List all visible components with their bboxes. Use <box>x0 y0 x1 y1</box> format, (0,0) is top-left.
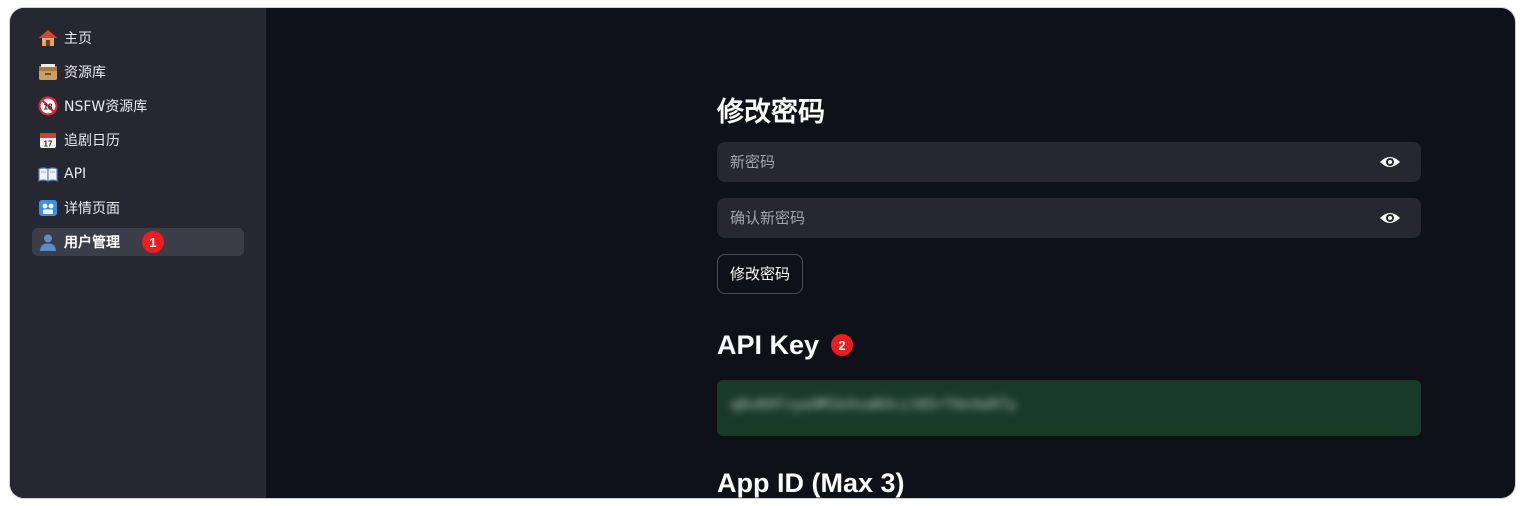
content-column: 修改密码 修改密码 API Key 2 q8vKHfzyw9M1kXsaN3cz… <box>717 86 1421 498</box>
api-key-heading: API Key 2 <box>717 322 1421 368</box>
sidebar-item-library[interactable]: 资源库 <box>32 58 244 86</box>
sidebar-item-label: API <box>64 166 87 182</box>
annotation-badge: 1 <box>142 231 164 253</box>
sidebar-item-label: 用户管理 <box>64 235 120 251</box>
sidebar-item-home[interactable]: 主页 <box>32 24 244 52</box>
calendar-icon: 17 <box>38 130 58 150</box>
sidebar-item-label: 主页 <box>64 31 92 47</box>
app-id-heading: App ID (Max 3) <box>717 460 1421 498</box>
api-key-value: q8vKHfzyw9M1kXsaN3czJA5rT6nXeR7y <box>731 397 1017 413</box>
house-icon <box>38 28 58 48</box>
new-password-field[interactable] <box>717 142 1421 182</box>
new-password-input[interactable] <box>717 142 1421 182</box>
sidebar-item-label: 详情页面 <box>64 201 120 217</box>
sidebar-item-label: 资源库 <box>64 65 106 81</box>
api-key-title: API Key <box>717 329 820 360</box>
confirm-password-input[interactable] <box>717 198 1421 238</box>
svg-text:17: 17 <box>44 140 53 149</box>
sidebar-nav: 主页 资源库 18 NSFW资源库 17 追剧日历 API 详情页面 用户管理 … <box>32 24 244 262</box>
annotation-badge: 2 <box>831 334 854 356</box>
change-password-button[interactable]: 修改密码 <box>717 254 804 294</box>
no-one-under-18-icon: 18 <box>38 96 58 116</box>
change-password-title: 修改密码 <box>717 96 825 127</box>
eye-icon[interactable] <box>1379 209 1401 227</box>
sidebar-item-details[interactable]: 详情页面 <box>32 194 244 222</box>
sidebar-item-user-management[interactable]: 用户管理 1 <box>32 228 244 256</box>
confirm-password-field[interactable] <box>717 198 1421 238</box>
sidebar-item-label: NSFW资源库 <box>64 99 148 115</box>
sidebar: 主页 资源库 18 NSFW资源库 17 追剧日历 API 详情页面 用户管理 … <box>10 8 266 498</box>
card-file-box-icon <box>38 62 58 82</box>
user-icon <box>38 232 58 252</box>
sidebar-item-api[interactable]: API <box>32 160 244 188</box>
api-key-display: q8vKHfzyw9M1kXsaN3czJA5rT6nXeR7y <box>717 380 1421 436</box>
open-book-icon <box>38 164 58 184</box>
svg-text:18: 18 <box>44 103 53 112</box>
app-window: 主页 资源库 18 NSFW资源库 17 追剧日历 API 详情页面 用户管理 … <box>10 8 1515 498</box>
sidebar-item-label: 追剧日历 <box>64 133 120 149</box>
film-frames-icon <box>38 198 58 218</box>
main-content: 修改密码 修改密码 API Key 2 q8vKHfzyw9M1kXsaN3cz… <box>266 8 1515 498</box>
eye-icon[interactable] <box>1379 153 1401 171</box>
app-id-title: App ID (Max 3) <box>717 467 905 498</box>
change-password-heading: 修改密码 <box>717 86 1421 132</box>
sidebar-item-calendar[interactable]: 17 追剧日历 <box>32 126 244 154</box>
sidebar-item-nsfw-library[interactable]: 18 NSFW资源库 <box>32 92 244 120</box>
